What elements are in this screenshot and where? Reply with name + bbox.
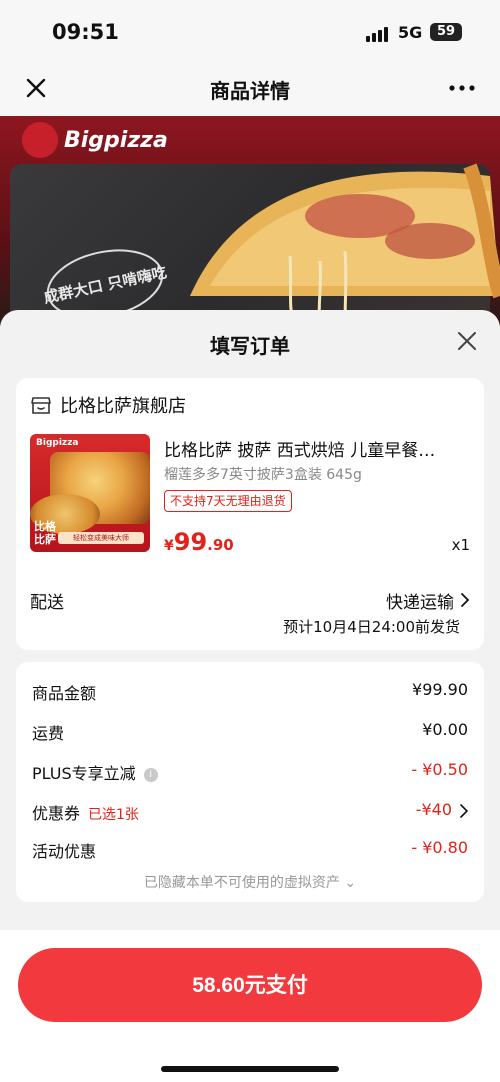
freight-label: 运费 [32, 724, 65, 743]
price-currency: ¥ [164, 538, 174, 554]
shipping-label: 配送 [30, 593, 64, 613]
store-name: 比格比萨旗舰店 [60, 396, 186, 417]
product-thumbnail[interactable]: Bigpizza 比格 比萨 轻松变成美味大师 [30, 434, 150, 552]
info-icon[interactable]: i [143, 767, 158, 782]
product-banner: Bigpizza 成群大口 只啃嗨吃 [0, 116, 500, 326]
thumb-side-label: 比格 比萨 [34, 520, 56, 546]
coupon-label: 优惠券 已选1张 [32, 800, 139, 824]
home-indicator [161, 1066, 339, 1072]
return-policy-badge: 不支持7天无理由退货 [164, 490, 292, 512]
product-price: ¥99.90 [164, 528, 234, 556]
summary-row-promo: 活动优惠 - ¥0.80 [32, 838, 468, 864]
promo-label: 活动优惠 [32, 842, 97, 861]
brand-logo: Bigpizza [64, 128, 168, 153]
sheet-title: 填写订单 [210, 334, 290, 358]
battery-icon: 59 [430, 23, 462, 41]
summary-row-plus: PLUS专享立减 i - ¥0.50 [32, 760, 468, 786]
footer-bar: 58.60元支付 [0, 930, 500, 1082]
pizza-image [190, 163, 500, 326]
product-spec[interactable]: 榴莲多多7英寸披萨3盒装 645g [164, 464, 362, 484]
coupon-text: 优惠券 [32, 804, 81, 823]
price-summary-card: 商品金额 ¥99.90 运费 ¥0.00 PLUS专享立减 i - ¥0.50 优… [16, 662, 484, 902]
summary-row-coupon[interactable]: 优惠券 已选1张 -¥40 [32, 800, 468, 826]
shipping-eta: 预计10月4日24:00前发货 [283, 618, 460, 636]
summary-row-freight: 运费 ¥0.00 [32, 720, 468, 746]
goods-amount-label: 商品金额 [32, 684, 97, 703]
page-title: 商品详情 [210, 79, 290, 103]
promo-value: - ¥0.80 [411, 838, 468, 857]
coupon-value: -¥40 [415, 800, 452, 819]
hidden-assets-toggle[interactable]: 已隐藏本单不可使用的虚拟资产 ⌄ [16, 872, 484, 892]
goods-amount-value: ¥99.90 [412, 680, 468, 699]
thumb-brand: Bigpizza [36, 438, 79, 448]
sheet-close-icon[interactable] [456, 330, 478, 352]
product-title[interactable]: 比格比萨 披萨 西式烘焙 儿童早餐… [164, 436, 470, 461]
shipping-method[interactable]: 快递运输 [386, 588, 454, 613]
price-decimal: .90 [207, 536, 234, 554]
pay-button[interactable]: 58.60元支付 [18, 948, 482, 1022]
freight-value: ¥0.00 [422, 720, 468, 739]
nav-bar: 商品详情 [0, 62, 500, 116]
status-bar: 09:51 5G 59 [0, 0, 500, 62]
more-icon[interactable] [448, 76, 476, 100]
status-time: 09:51 [52, 20, 119, 44]
product-quantity: x1 [451, 536, 470, 554]
signal-icon [366, 26, 392, 42]
coupon-selected: 已选1张 [88, 807, 139, 823]
plus-discount-text: PLUS专享立减 [32, 764, 136, 783]
chevron-right-icon[interactable] [460, 804, 468, 818]
summary-row-goods: 商品金额 ¥99.90 [32, 680, 468, 706]
plus-discount-label: PLUS专享立减 i [32, 760, 158, 784]
product-card: 比格比萨旗舰店 Bigpizza 比格 比萨 轻松变成美味大师 比格比萨 披萨 … [16, 378, 484, 650]
chevron-right-icon[interactable] [460, 592, 470, 608]
plus-discount-value: - ¥0.50 [411, 760, 468, 779]
thumb-strip: 轻松变成美味大师 [58, 532, 144, 544]
shop-icon [31, 397, 51, 414]
network-type: 5G [398, 23, 423, 42]
price-integer: 99 [173, 528, 208, 556]
brand-mascot-icon [22, 122, 58, 158]
